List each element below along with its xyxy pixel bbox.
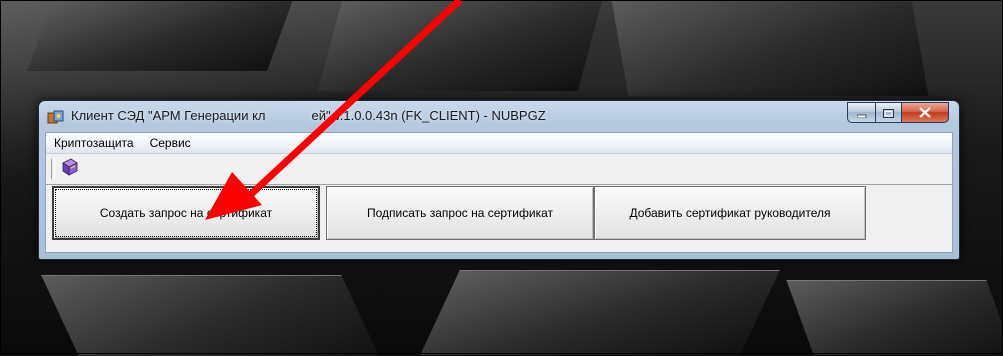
maximize-icon [883,103,894,122]
create-certificate-request-button[interactable]: Создать запрос на сертификат [52,186,320,240]
action-buttons: Создать запрос на сертификат Подписать з… [46,186,952,246]
maximize-button[interactable] [876,102,902,123]
toolbar-book-button[interactable] [58,158,82,180]
menu-bar: Криптозащита Сервис [46,133,952,154]
close-icon [919,103,931,122]
book-icon [60,157,80,181]
menu-item-cryptoprotection[interactable]: Криптозащита [46,133,142,153]
add-manager-certificate-button[interactable]: Добавить сертификат руководителя [594,186,866,240]
close-button[interactable] [902,102,949,123]
client-area: Криптозащита Сервис Создать запрос на се… [45,132,953,253]
minimize-button[interactable] [847,102,876,123]
menu-item-service[interactable]: Сервис [142,133,199,153]
sign-certificate-request-button[interactable]: Подписать запрос на сертификат [326,186,594,240]
title-bar[interactable]: Клиент СЭД "АРМ Генерации кл ей" v.1.0.0.… [39,101,959,131]
window-title: Клиент СЭД "АРМ Генерации кл ей" v.1.0.0.… [71,108,546,123]
toolbar [46,154,952,185]
minimize-icon [856,103,867,122]
window-controls [847,102,949,123]
app-keys-icon[interactable] [47,109,65,125]
toolbar-grip[interactable] [51,159,55,179]
app-window: Клиент СЭД "АРМ Генерации кл ей" v.1.0.0.… [38,100,960,260]
